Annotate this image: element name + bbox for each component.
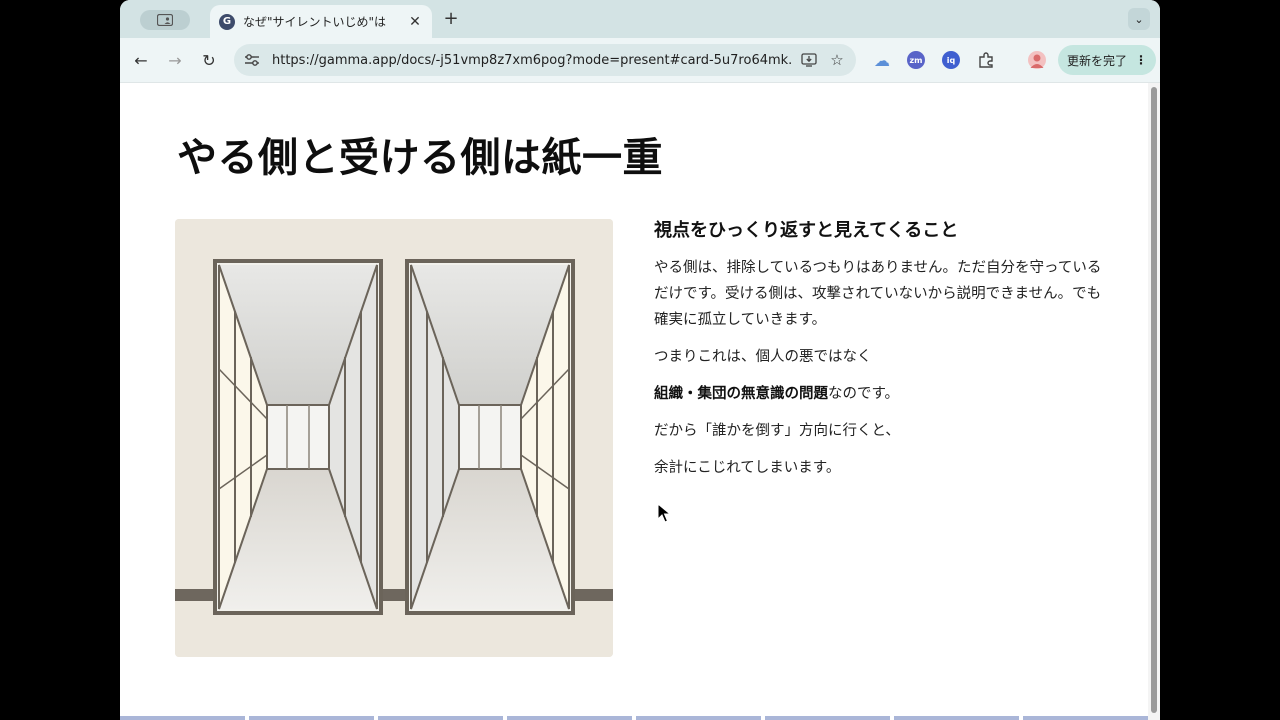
tab-strip: G なぜ"サイレントいじめ"は ✕ + ⌄ xyxy=(120,0,1160,38)
slide-progress-bar xyxy=(120,716,1148,720)
address-bar[interactable]: https://gamma.app/docs/-j51vmp8z7xm6pog?… xyxy=(234,44,856,76)
reload-icon: ↻ xyxy=(202,50,216,70)
reload-button[interactable]: ↻ xyxy=(198,49,220,71)
paragraph-5: 余計にこじれてしまいます。 xyxy=(654,460,841,476)
update-button-label: 更新を完了 xyxy=(1066,53,1127,68)
arrow-left-icon: ← xyxy=(134,50,148,70)
site-settings-icon[interactable] xyxy=(244,52,260,68)
url-text[interactable]: https://gamma.app/docs/-j51vmp8z7xm6pog?… xyxy=(272,53,792,68)
paragraph-2: つまりこれは、個人の悪ではなく xyxy=(654,349,872,365)
extension-blue-icon[interactable]: iq xyxy=(942,51,960,69)
paragraph-4: だから「誰かを倒す」方向に行くと、 xyxy=(654,423,900,439)
install-app-icon[interactable] xyxy=(798,49,820,71)
tab-active[interactable]: G なぜ"サイレントいじめ"は ✕ xyxy=(210,5,432,38)
chevron-down-icon: ⌄ xyxy=(1134,12,1144,26)
page-scrollbar[interactable] xyxy=(1148,83,1160,720)
zoom-icon-label: zm xyxy=(909,55,923,65)
progress-segment xyxy=(894,716,1019,720)
progress-segment xyxy=(378,716,503,720)
mouse-cursor-icon xyxy=(657,503,671,523)
profile-avatar-icon[interactable] xyxy=(1028,51,1046,69)
back-button[interactable]: ← xyxy=(130,49,152,71)
progress-segment xyxy=(636,716,761,720)
progress-segment xyxy=(249,716,374,720)
progress-segment xyxy=(507,716,632,720)
gamma-favicon-icon: G xyxy=(219,13,235,30)
browser-toolbar: ← → ↻ https://gamma.app/docs/-j51vmp8z7x… xyxy=(120,38,1160,83)
paragraph-3-rest: なのです。 xyxy=(828,386,900,402)
presentation-page: やる側と受ける側は紙一重 視点をひっくり返すと見えてくること やる側は、排除して… xyxy=(120,83,1148,720)
progress-segment xyxy=(1023,716,1148,720)
progress-segment xyxy=(120,716,245,720)
bookmark-star-icon[interactable]: ☆ xyxy=(826,49,848,71)
tab-search-button[interactable] xyxy=(140,10,190,30)
cloud-icon[interactable]: ☁ xyxy=(873,51,891,70)
shoji-corridor-illustration xyxy=(175,219,613,657)
more-vert-icon[interactable]: ⋮ xyxy=(1135,53,1147,67)
browser-window: G なぜ"サイレントいじめ"は ✕ + ⌄ ← → ↻ https://gamm… xyxy=(120,0,1160,720)
forward-button[interactable]: → xyxy=(164,49,186,71)
new-tab-button[interactable]: + xyxy=(440,8,462,29)
update-button[interactable]: 更新を完了 ⋮ xyxy=(1058,45,1156,75)
slide-text-column: 視点をひっくり返すと見えてくること やる側は、排除しているつもりはありません。た… xyxy=(654,216,1104,492)
paragraph-3: 組織・集団の無意識の問題なのです。 xyxy=(654,381,1104,407)
arrow-right-icon: → xyxy=(168,50,182,70)
tab-list-button[interactable]: ⌄ xyxy=(1128,8,1150,30)
paragraph-1: やる側は、排除しているつもりはありません。ただ自分を守っているだけです。受ける側… xyxy=(654,260,1102,328)
extension-blue-label: iq xyxy=(946,55,956,65)
tab-group-icon xyxy=(157,14,173,26)
extensions-puzzle-icon[interactable] xyxy=(977,51,995,69)
slide-title: やる側と受ける側は紙一重 xyxy=(177,135,663,181)
paragraph-3-bold: 組織・集団の無意識の問題 xyxy=(654,386,828,402)
tab-close-icon[interactable]: ✕ xyxy=(408,14,422,30)
slide-subtitle: 視点をひっくり返すと見えてくること xyxy=(654,220,959,241)
tab-title: なぜ"サイレントいじめ"は xyxy=(243,15,387,29)
zoom-icon[interactable]: zm xyxy=(907,51,925,69)
progress-segment xyxy=(765,716,890,720)
scrollbar-thumb[interactable] xyxy=(1151,87,1157,713)
